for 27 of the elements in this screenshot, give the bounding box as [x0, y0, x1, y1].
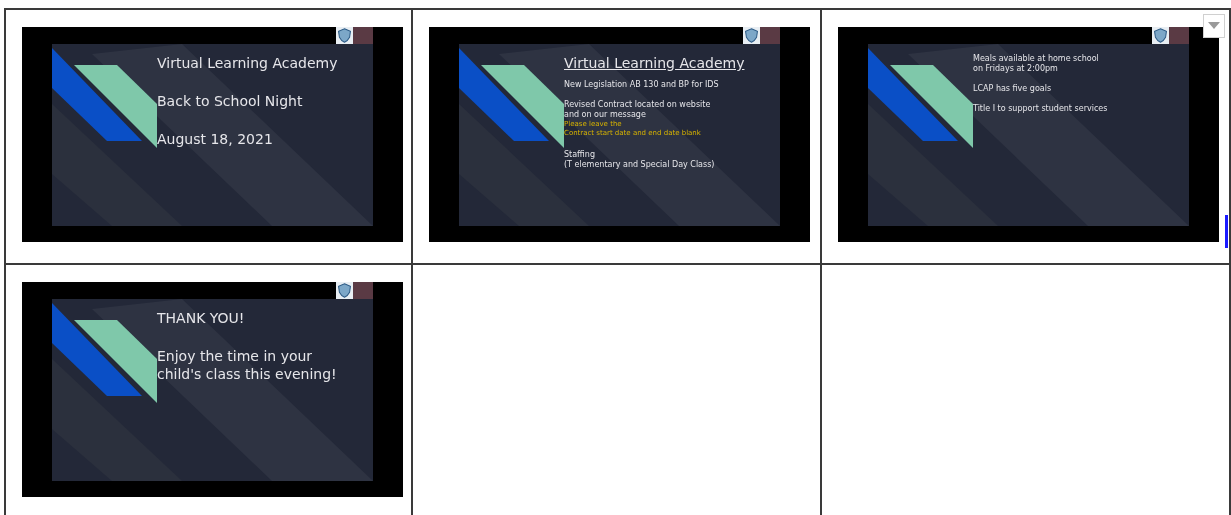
slide-heading: Back to School Night	[157, 92, 304, 110]
slide-heading: August 18, 2021	[157, 130, 274, 148]
webcam-photo-placeholder	[353, 27, 373, 44]
slide-heading: Enjoy the time in your	[157, 347, 314, 365]
slide-heading: THANK YOU!	[157, 309, 246, 327]
webcam-photo-placeholder	[760, 27, 780, 44]
slide-text: Title I to support student services	[973, 104, 1109, 114]
caret-icon	[1208, 22, 1220, 30]
text-cursor	[1225, 215, 1228, 248]
dropdown-button[interactable]	[1203, 14, 1225, 38]
slide-text: (T elementary and Special Day Class)	[564, 160, 716, 170]
slide-text: New Legislation AB 130 and BP for IDS	[564, 80, 720, 90]
slide-text: Staffing	[564, 150, 596, 160]
shield-logo-icon	[336, 27, 353, 44]
slide-heading: Virtual Learning Academy	[157, 54, 339, 72]
slide-text: and on our message	[564, 110, 647, 120]
slide-text: on Fridays at 2:00pm	[973, 64, 1059, 74]
slide-title: Virtual Learning Academy	[564, 54, 746, 72]
shield-logo-icon	[1152, 27, 1169, 44]
slide-heading: child's class this evening!	[157, 365, 338, 383]
shield-logo-icon	[336, 282, 353, 299]
slide-text: Revised Contract located on website	[564, 100, 712, 110]
webcam-photo-placeholder	[1169, 27, 1189, 44]
shield-logo-icon	[743, 27, 760, 44]
slide-text: LCAP has five goals	[973, 84, 1053, 94]
slide-text: Meals available at home school	[973, 54, 1100, 64]
webcam-photo-placeholder	[353, 282, 373, 299]
